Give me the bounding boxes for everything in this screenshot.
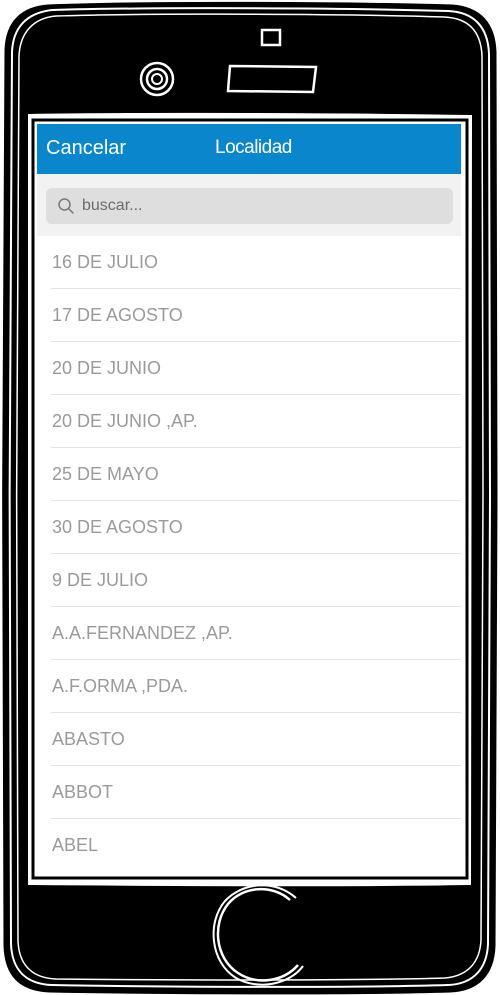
list-item[interactable]: 20 DE JUNIO	[37, 342, 461, 395]
screen: Cancelar Localidad 16 DE JULIO 17 DE AGO…	[37, 124, 461, 873]
list-item[interactable]: 25 DE MAYO	[37, 448, 461, 501]
navigation-bar: Cancelar Localidad	[37, 124, 461, 174]
list-item-label: ABEL	[52, 835, 99, 855]
list-item[interactable]: ABASTO	[37, 713, 461, 766]
list-item-label: 30 DE AGOSTO	[52, 517, 183, 537]
locality-list: 16 DE JULIO 17 DE AGOSTO 20 DE JUNIO 20 …	[37, 236, 461, 872]
list-item[interactable]: 17 DE AGOSTO	[37, 289, 461, 342]
list-item-label: ABBOT	[52, 782, 114, 802]
list-item-label: 9 DE JULIO	[52, 570, 149, 590]
cancel-button[interactable]: Cancelar	[46, 136, 126, 160]
list-item-label: 16 DE JULIO	[52, 252, 159, 272]
search-input[interactable]	[82, 188, 442, 224]
list-item-label: 20 DE JUNIO	[52, 358, 162, 378]
search-bar	[37, 174, 461, 236]
list-item-label: ABASTO	[52, 729, 125, 749]
list-item[interactable]: A.F.ORMA ,PDA.	[37, 660, 461, 713]
list-item[interactable]: 20 DE JUNIO ,AP.	[37, 395, 461, 448]
list-item-label: 17 DE AGOSTO	[52, 305, 183, 325]
list-item-label: 25 DE MAYO	[52, 464, 159, 484]
search-box[interactable]	[46, 188, 453, 224]
list-item[interactable]: 9 DE JULIO	[37, 554, 461, 607]
list-item-label: A.F.ORMA ,PDA.	[52, 676, 189, 696]
page-title: Localidad	[215, 137, 292, 158]
list-item[interactable]: ABEL	[37, 819, 461, 872]
list-item-label: A.A.FERNANDEZ ,AP.	[52, 623, 233, 643]
list-item[interactable]: 30 DE AGOSTO	[37, 501, 461, 554]
search-icon	[58, 198, 74, 214]
list-item[interactable]: 16 DE JULIO	[37, 236, 461, 289]
list-item-label: 20 DE JUNIO ,AP.	[52, 411, 198, 431]
list-item[interactable]: ABBOT	[37, 766, 461, 819]
list-item[interactable]: A.A.FERNANDEZ ,AP.	[37, 607, 461, 660]
